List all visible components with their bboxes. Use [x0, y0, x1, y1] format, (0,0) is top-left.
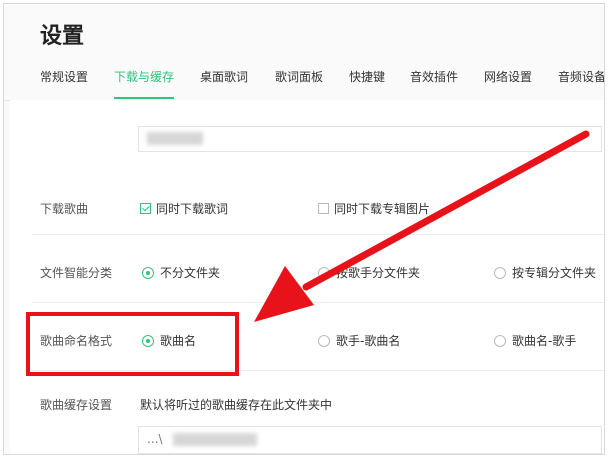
smart-category-label: 文件智能分类: [40, 266, 113, 280]
song-artist-option[interactable]: 歌曲名-歌手: [494, 332, 576, 349]
page-title: 设置: [40, 24, 85, 49]
tab-download-cache[interactable]: 下载与缓存: [114, 66, 175, 99]
settings-window: 设置 常规设置 下载与缓存 桌面歌词 歌词面板 快捷键 音效插件 网络设置 音频…: [3, 3, 605, 455]
download-lyrics-label: 同时下载歌词: [156, 202, 229, 216]
no-folder-option[interactable]: 不分文件夹: [142, 264, 220, 281]
artist-song-label: 歌手-歌曲名: [336, 334, 401, 348]
tab-bar: 常规设置 下载与缓存 桌面歌词 歌词面板 快捷键 音效插件 网络设置 音频设备: [4, 66, 604, 101]
download-songs-label: 下载歌曲: [40, 202, 89, 216]
artist-song-option[interactable]: 歌手-歌曲名: [318, 332, 400, 349]
cache-path-value: ...\: [147, 432, 163, 446]
download-lyrics-option[interactable]: 同时下载歌词: [140, 200, 228, 217]
song-artist-label: 歌曲名-歌手: [512, 334, 577, 348]
by-album-label: 按专辑分文件夹: [512, 266, 597, 280]
tab-lyrics-panel[interactable]: 歌词面板: [275, 66, 323, 99]
tab-general[interactable]: 常规设置: [40, 66, 88, 99]
download-album-art-label: 同时下载专辑图片: [334, 202, 431, 216]
tab-sound-plugins[interactable]: 音效插件: [410, 66, 458, 99]
redacted-text: [147, 132, 203, 145]
tab-network[interactable]: 网络设置: [484, 66, 532, 99]
checkbox-checked-icon[interactable]: [140, 203, 151, 214]
by-artist-option[interactable]: 按歌手分文件夹: [318, 264, 420, 281]
radio-unselected-icon[interactable]: [494, 335, 506, 347]
annotation-highlight-box: [26, 312, 239, 376]
by-artist-label: 按歌手分文件夹: [336, 266, 421, 280]
settings-content: 下载歌曲 同时下载歌词 同时下载专辑图片 文件智能分类 不分文件夹 按歌手分文件…: [10, 100, 604, 454]
download-path-field[interactable]: [138, 126, 602, 152]
download-album-art-option[interactable]: 同时下载专辑图片: [318, 200, 430, 217]
cache-path-field[interactable]: ...\: [138, 426, 602, 454]
no-folder-label: 不分文件夹: [160, 266, 221, 280]
download-songs-row: 下载歌曲 同时下载歌词 同时下载专辑图片: [32, 184, 604, 235]
cache-description: 默认将听过的歌曲缓存在此文件夹中: [140, 398, 333, 412]
tab-hotkeys[interactable]: 快捷键: [349, 66, 385, 99]
smart-category-row: 文件智能分类 不分文件夹 按歌手分文件夹 按专辑分文件夹: [32, 248, 604, 303]
tab-desktop-lyrics[interactable]: 桌面歌词: [200, 66, 248, 99]
checkbox-unchecked-icon[interactable]: [318, 203, 329, 214]
radio-unselected-icon[interactable]: [318, 267, 330, 279]
by-album-option[interactable]: 按专辑分文件夹: [494, 264, 596, 281]
tab-audio-device[interactable]: 音频设备: [558, 66, 604, 99]
radio-selected-icon[interactable]: [142, 267, 154, 279]
radio-unselected-icon[interactable]: [318, 335, 330, 347]
redacted-text: [173, 433, 257, 446]
cache-label: 歌曲缓存设置: [40, 398, 113, 412]
radio-unselected-icon[interactable]: [494, 267, 506, 279]
